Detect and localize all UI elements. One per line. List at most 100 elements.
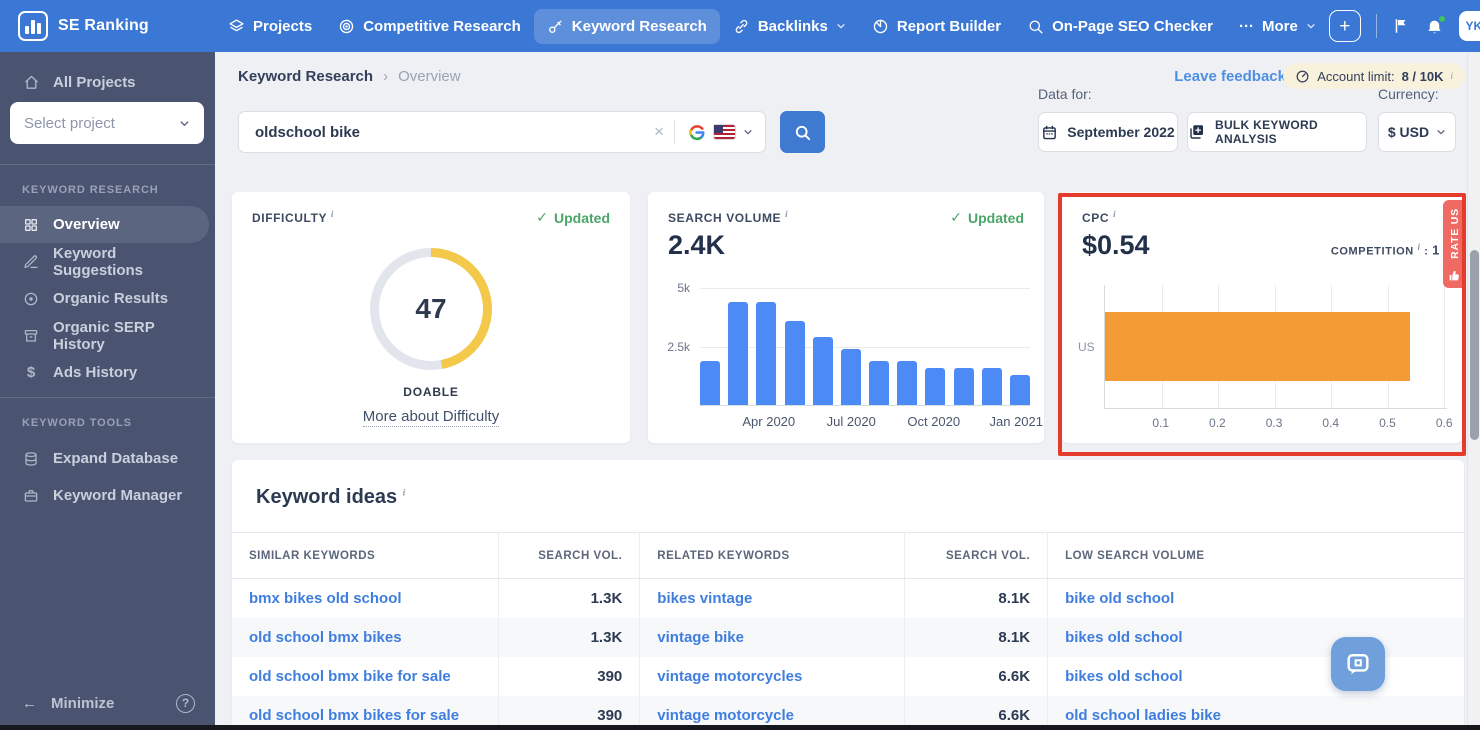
sidebar-item-ads-history[interactable]: $ Ads History xyxy=(0,354,209,391)
x-axis-label: Jul 2020 xyxy=(827,414,876,429)
sidebar-item-organic-serp-history[interactable]: Organic SERP History xyxy=(0,317,209,354)
rate-us-tab[interactable]: RATE US xyxy=(1443,200,1466,288)
circle-dot-icon xyxy=(22,291,40,307)
col-search-vol-2: SEARCH VOL. xyxy=(905,533,1048,579)
search-volume-xlabels: Apr 2020Jul 2020Oct 2020Jan 2021 xyxy=(700,414,1030,430)
keyword-link[interactable]: bmx bikes old school xyxy=(249,590,402,607)
keyword-link[interactable]: bikes vintage xyxy=(657,590,752,607)
x-tick-label: 0.2 xyxy=(1209,416,1226,430)
col-similar-keywords: SIMILAR KEYWORDS xyxy=(232,533,498,579)
sidebar-item-overview[interactable]: Overview xyxy=(0,206,209,243)
grid-icon xyxy=(22,217,40,233)
divider xyxy=(674,120,675,144)
search-volume-title: SEARCH VOLUME i xyxy=(668,209,788,225)
difficulty-title: DIFFICULTY i xyxy=(252,209,334,225)
section-title-keyword-research: KEYWORD RESEARCH xyxy=(22,184,159,196)
keyword-link[interactable]: old school bmx bike for sale xyxy=(249,668,451,685)
cpc-title: CPC i xyxy=(1082,209,1116,225)
x-axis-label: Apr 2020 xyxy=(742,414,795,429)
keyword-search-input[interactable] xyxy=(255,124,644,141)
sidebar-item-keyword-manager[interactable]: Keyword Manager xyxy=(0,477,209,514)
breadcrumb-overview: Overview xyxy=(398,68,461,85)
divider xyxy=(1376,14,1377,38)
bulk-keyword-analysis-button[interactable]: BULK KEYWORD ANALYSIS xyxy=(1187,112,1367,152)
add-button[interactable]: + xyxy=(1329,10,1361,42)
chat-icon xyxy=(1344,650,1372,678)
more-about-difficulty-link[interactable]: More about Difficulty xyxy=(363,408,499,427)
brand[interactable]: SE Ranking xyxy=(0,11,215,41)
x-tick-label: 0.5 xyxy=(1379,416,1396,430)
nav-item-onpage-seo-checker[interactable]: On-Page SEO Checker xyxy=(1014,9,1226,44)
leave-feedback-link[interactable]: Leave feedback xyxy=(1174,68,1286,85)
brand-name: SE Ranking xyxy=(58,17,149,35)
database-icon xyxy=(22,451,40,467)
user-avatar[interactable]: YK xyxy=(1459,11,1480,41)
help-button[interactable]: ? xyxy=(176,694,195,713)
sidebar-item-expand-database[interactable]: Expand Database xyxy=(0,440,209,477)
nav-item-keyword-research[interactable]: Keyword Research xyxy=(534,9,720,44)
col-low-search-volume: LOW SEARCH VOLUME xyxy=(1048,533,1464,579)
nav-item-report-builder[interactable]: Report Builder xyxy=(859,9,1014,44)
clear-icon[interactable]: × xyxy=(644,122,674,142)
flag-button[interactable] xyxy=(1392,17,1410,35)
section-title-keyword-tools: KEYWORD TOOLS xyxy=(22,417,132,429)
nav-item-projects[interactable]: Projects xyxy=(215,9,325,44)
cpc-chart xyxy=(1104,285,1447,409)
briefcase-icon xyxy=(22,488,40,504)
scrollbar-thumb[interactable] xyxy=(1470,250,1479,440)
project-select[interactable]: Select project xyxy=(10,102,204,144)
nav-item-competitive-research[interactable]: Competitive Research xyxy=(325,9,534,44)
search-volume-chart: 5k 2.5k xyxy=(700,288,1030,406)
google-logo-icon xyxy=(687,123,706,142)
search-icon xyxy=(1027,18,1044,35)
keyword-link[interactable]: old school bmx bikes for sale xyxy=(249,707,459,724)
search-button[interactable] xyxy=(780,111,825,153)
us-flag-icon xyxy=(714,125,735,139)
data-for-label: Data for: xyxy=(1038,86,1092,102)
difficulty-card: DIFFICULTY i ✓Updated 47 DOABLE More abo… xyxy=(232,192,630,443)
search-volume-cell: 6.6K xyxy=(905,657,1048,696)
sidebar-item-all-projects[interactable]: All Projects xyxy=(0,65,215,99)
keyword-link[interactable]: bike old school xyxy=(1065,590,1174,607)
sidebar-item-organic-results[interactable]: Organic Results xyxy=(0,280,209,317)
x-tick-label: 0.1 xyxy=(1152,416,1169,430)
search-engine-region-select[interactable] xyxy=(687,123,753,142)
sidebar: All Projects Select project KEYWORD RESE… xyxy=(0,52,215,730)
gauge-icon xyxy=(1295,69,1310,84)
chat-widget-button[interactable] xyxy=(1331,637,1385,691)
keyword-link[interactable]: bikes old school xyxy=(1065,629,1183,646)
keyword-link[interactable]: vintage bike xyxy=(657,629,744,646)
volume-bar xyxy=(1010,375,1030,405)
navbar-right: + YK xyxy=(1329,10,1480,42)
competition-value: 1 xyxy=(1432,243,1440,258)
difficulty-rating: DOABLE xyxy=(232,385,630,399)
notification-dot xyxy=(1438,15,1446,23)
currency-select[interactable]: $ USD xyxy=(1378,112,1456,152)
cpc-value: $0.54 xyxy=(1082,230,1150,261)
notifications-button[interactable] xyxy=(1425,17,1444,36)
volume-bar xyxy=(700,361,720,405)
minimize-button[interactable]: ← Minimize xyxy=(22,695,114,712)
main-content: Keyword Research › Overview Leave feedba… xyxy=(215,52,1480,730)
cpc-card: CPC i $0.54 COMPETITION i : 1 US 0.10.20… xyxy=(1062,192,1462,443)
nav-item-backlinks[interactable]: Backlinks xyxy=(720,9,859,44)
keyword-link[interactable]: old school bmx bikes xyxy=(249,629,402,646)
breadcrumb: Keyword Research › Overview xyxy=(238,68,461,85)
keyword-link[interactable]: vintage motorcycle xyxy=(657,707,794,724)
scrollbar xyxy=(1467,52,1480,730)
sidebar-item-keyword-suggestions[interactable]: Keyword Suggestions xyxy=(0,243,209,280)
pie-chart-icon xyxy=(872,18,889,35)
keyword-link[interactable]: old school ladies bike xyxy=(1065,707,1221,724)
info-icon: i xyxy=(1450,71,1453,81)
chevron-down-icon xyxy=(1306,21,1316,31)
keyword-ideas-tbody: bmx bikes old school1.3Kbikes vintage8.1… xyxy=(232,579,1464,730)
date-picker-button[interactable]: September 2022 xyxy=(1038,112,1178,152)
keyword-link[interactable]: vintage motorcycles xyxy=(657,668,802,685)
breadcrumb-keyword-research[interactable]: Keyword Research xyxy=(238,68,373,85)
x-tick-label: 0.4 xyxy=(1322,416,1339,430)
keyword-link[interactable]: bikes old school xyxy=(1065,668,1183,685)
divider xyxy=(0,164,215,165)
nav-item-more[interactable]: ··· More xyxy=(1226,9,1329,44)
info-icon: i xyxy=(785,209,788,219)
x-axis-label: Oct 2020 xyxy=(907,414,960,429)
